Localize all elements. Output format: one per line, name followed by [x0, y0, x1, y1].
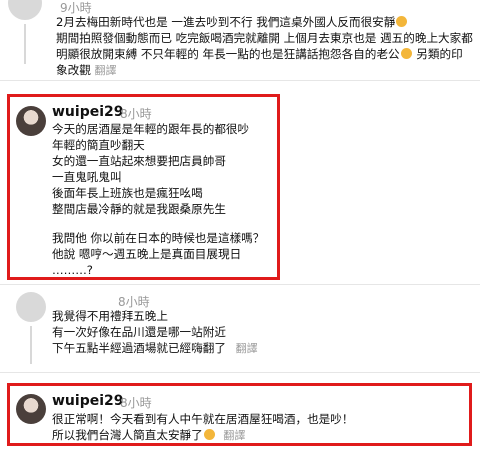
comment-text: ………?	[52, 263, 93, 277]
thread-line	[24, 24, 26, 64]
divider	[0, 284, 480, 285]
comment-text: 他說 嗯哼～週五晚上是真面目展現日	[52, 247, 242, 261]
comment-text: 所以我們台灣人簡直太安靜了	[52, 428, 203, 442]
divider	[0, 80, 480, 81]
username[interactable]: wuipei29	[52, 393, 124, 409]
comment-time: 8小時	[120, 396, 152, 410]
emoji-icon	[400, 48, 412, 59]
comment-text: 很正常啊！今天看到有人中午就在居酒屋狂喝酒，也是吵！	[52, 412, 354, 426]
emoji-icon	[396, 16, 408, 27]
emoji-icon	[203, 429, 215, 440]
avatar[interactable]	[16, 106, 46, 136]
comment-text: 我覺得不用禮拜五晚上	[52, 309, 168, 323]
comment-text: 女的還一直站起來想要把店員帥哥	[52, 154, 226, 168]
translate-link[interactable]: 翻譯	[223, 429, 245, 442]
avatar[interactable]	[8, 0, 42, 20]
comment-text: 一直鬼吼鬼叫	[52, 170, 122, 184]
avatar[interactable]	[16, 394, 46, 424]
comment-time: 8小時	[120, 107, 152, 121]
comment-text: 後面年長上班族也是瘋狂吆喝	[52, 186, 203, 200]
thread-line	[30, 326, 32, 364]
avatar[interactable]	[16, 292, 46, 322]
comment-text: 我問他 你以前在日本的時候也是這樣嗎？	[52, 231, 265, 245]
comment-text: 2月去梅田新時代也是 一進去吵到不行 我們這桌外國人反而很安靜	[56, 15, 396, 29]
comment-text: 有一次好像在品川還是哪一站附近	[52, 325, 226, 339]
comment-body: 很正常啊！今天看到有人中午就在居酒屋狂喝酒，也是吵！ 所以我們台灣人簡直太安靜了…	[52, 411, 353, 444]
comment-body: 2月去梅田新時代也是 一進去吵到不行 我們這桌外國人反而很安靜 期間拍照發個動態…	[56, 14, 476, 79]
comment-text: 年輕的簡直吵翻天	[52, 138, 145, 152]
username[interactable]: wuipei29	[52, 104, 124, 120]
comment-body: 我覺得不用禮拜五晚上 有一次好像在品川還是哪一站附近 下午五點半經過酒場就已經嗨…	[52, 308, 258, 357]
translate-link[interactable]: 翻譯	[236, 342, 258, 355]
comment-text: 整間店最冷靜的就是我跟桑原先生	[52, 202, 226, 216]
comment-text: 今天的居酒屋是年輕的跟年長的都很吵	[52, 122, 250, 136]
divider	[0, 372, 480, 373]
comment-text: 下午五點半經過酒場就已經嗨翻了	[52, 341, 226, 355]
comment-body: 今天的居酒屋是年輕的跟年長的都很吵 年輕的簡直吵翻天 女的還一直站起來想要把店員…	[52, 121, 264, 278]
translate-link[interactable]: 翻譯	[94, 64, 116, 77]
